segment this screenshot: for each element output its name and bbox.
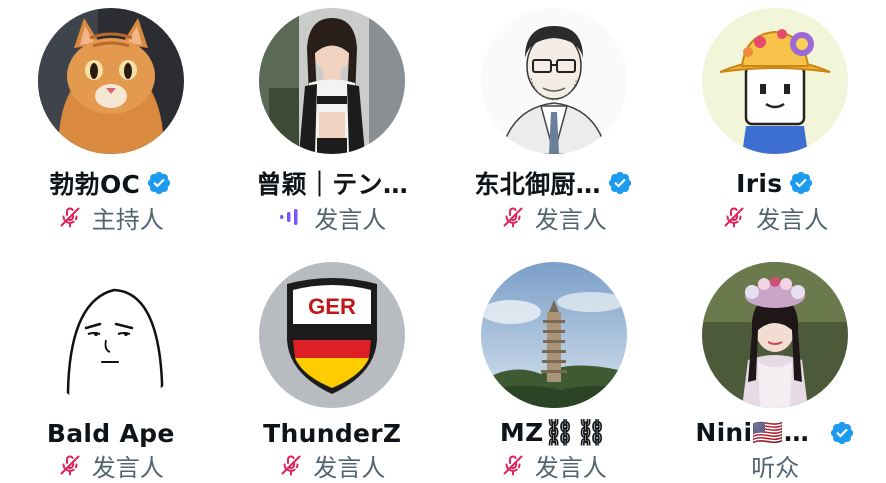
participant-card[interactable]: 曾颖｜テン… 发言人 [222,0,444,244]
name-line: Bald Ape [47,418,175,448]
mic-off-icon [501,205,525,229]
participant-card[interactable]: 东北御厨… 发言人 [443,0,665,244]
girl-photo-avatar[interactable] [259,8,405,154]
name-line: ThunderZ [263,418,401,448]
name-line: 勃勃OC [49,166,172,200]
role-label: 发言人 [314,200,386,235]
cartoon-flower-hat-avatar[interactable] [702,8,848,154]
participant-card[interactable]: GER ThunderZ 发言人 [222,244,444,482]
role-label: 发言人 [535,200,607,235]
speaking-icon [278,207,304,227]
display-name: ThunderZ [263,419,401,448]
role-label: 发言人 [535,448,607,483]
role-line: 发言人 [501,448,607,482]
role-line: 发言人 [58,448,164,482]
participant-card[interactable]: MZ⛓⛓ 发言人 [443,244,665,482]
doodle-face-avatar[interactable] [38,262,184,408]
display-name: 曾颖｜テン… [256,165,408,201]
display-name: 东北御厨… [474,165,601,201]
mic-off-icon [279,453,303,477]
name-line: Iris [736,166,814,200]
mic-off-icon [58,205,82,229]
verified-badge-icon [829,420,855,446]
role-label: 听众 [751,448,799,483]
participant-card[interactable]: 勃勃OC 主持人 [0,0,222,244]
role-line: 发言人 [722,200,828,234]
display-name: MZ⛓⛓ [500,418,608,448]
display-name: Nini🇺🇸… [695,418,809,448]
participant-card[interactable]: Nini🇺🇸… 听众 [665,244,886,482]
verified-badge-icon [146,170,172,196]
display-name: 勃勃OC [49,165,140,201]
cat-avatar[interactable] [38,8,184,154]
display-name: Bald Ape [47,419,175,448]
role-line: 发言人 [278,200,386,234]
role-line: 发言人 [501,200,607,234]
role-label: 主持人 [92,200,164,235]
speaker-grid: 勃勃OC 主持人 [0,0,886,482]
role-line: 发言人 [279,448,385,482]
role-line: 听众 [751,448,799,482]
mic-off-icon [722,205,746,229]
role-label: 发言人 [756,200,828,235]
participant-card[interactable]: Bald Ape 发言人 [0,244,222,482]
sketch-man-avatar[interactable] [481,8,627,154]
role-label: 发言人 [92,448,164,483]
display-name: Iris [736,169,782,198]
participant-card[interactable]: Iris 发言人 [665,0,886,244]
name-line: MZ⛓⛓ [500,418,608,448]
mic-off-icon [501,453,525,477]
svg-text:GER: GER [308,294,356,319]
pagoda-photo-avatar[interactable] [481,262,627,408]
verified-badge-icon [607,170,633,196]
name-line: Nini🇺🇸… [695,418,855,448]
role-label: 发言人 [313,448,385,483]
ger-shield-avatar[interactable]: GER [259,262,405,408]
costume-girl-avatar[interactable] [702,262,848,408]
verified-badge-icon [788,170,814,196]
role-line: 主持人 [58,200,164,234]
name-line: 曾颖｜テン… [256,166,408,200]
name-line: 东北御厨… [474,166,633,200]
mic-off-icon [58,453,82,477]
